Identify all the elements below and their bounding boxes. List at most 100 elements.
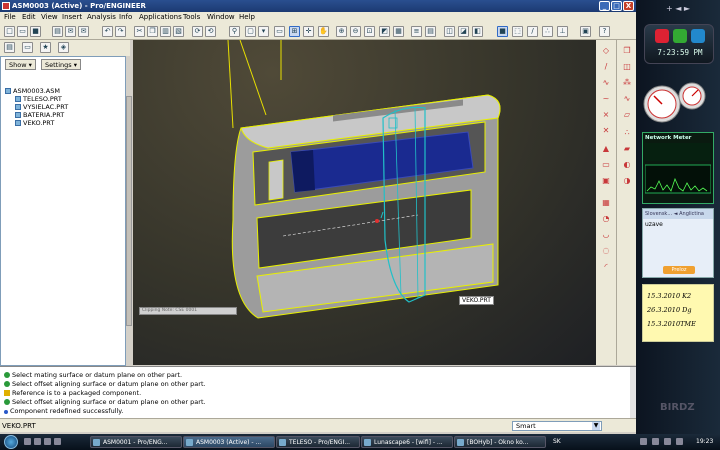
show-menu-button[interactable]: Show ▾ bbox=[5, 59, 36, 70]
layers-icon[interactable]: ≡ bbox=[411, 26, 422, 37]
selection-filter-select[interactable]: Smart ▼ bbox=[512, 421, 602, 431]
no-hidden-icon[interactable]: ◧ bbox=[472, 26, 483, 37]
datum-planes-icon[interactable]: ⬚ bbox=[512, 26, 523, 37]
tree-node-vysielac[interactable]: VYSIELAC.PRT bbox=[15, 103, 68, 111]
graphics-viewport[interactable]: VEKO.PRT Clipping Note: CSE 0001 bbox=[133, 40, 596, 365]
taskbar-item-lunascape[interactable]: Lunascape6 - [wifi] - ... bbox=[361, 436, 453, 448]
language-indicator[interactable]: SK bbox=[553, 438, 561, 445]
menu-tools[interactable]: Tools bbox=[183, 13, 200, 21]
tree-node-bateria[interactable]: BATERIA.PRT bbox=[15, 111, 64, 119]
datum-axes-icon[interactable]: / bbox=[527, 26, 538, 37]
minimize-button[interactable]: _ bbox=[599, 1, 610, 11]
translator-word[interactable]: uzave bbox=[643, 219, 713, 230]
thicken-tool-icon[interactable]: ▰ bbox=[621, 144, 633, 155]
context-help-icon[interactable]: ? bbox=[599, 26, 610, 37]
menu-edit[interactable]: Edit bbox=[22, 13, 36, 21]
taskbar-item-asm0003[interactable]: ASM0003 (Active) - ... bbox=[183, 436, 275, 448]
copy-feature-icon[interactable]: ❐ bbox=[621, 46, 633, 57]
new-file-icon[interactable]: □ bbox=[4, 26, 15, 37]
paste-special-icon[interactable]: ▧ bbox=[173, 26, 184, 37]
settings-icon[interactable] bbox=[673, 29, 687, 43]
email-link-icon[interactable]: ✉ bbox=[78, 26, 89, 37]
datum-axis-tool-icon[interactable]: / bbox=[600, 62, 612, 73]
datum-points-icon[interactable]: ∴ bbox=[542, 26, 553, 37]
menu-analysis[interactable]: Analysis bbox=[87, 13, 116, 21]
title-bar[interactable]: ASM0003 (Active) - Pro/ENGINEER _ □ X bbox=[0, 0, 636, 12]
menu-info[interactable]: Info bbox=[119, 13, 132, 21]
tree-node-veko[interactable]: VEKO.PRT bbox=[15, 119, 54, 127]
menu-window[interactable]: Window bbox=[207, 13, 235, 21]
tray-app-icon[interactable] bbox=[664, 438, 671, 445]
taskbar-item-teleso[interactable]: TELESO - Pro/ENGI... bbox=[276, 436, 360, 448]
close-button[interactable]: X bbox=[623, 1, 634, 11]
menu-applications[interactable]: Applications bbox=[139, 13, 182, 21]
sticky-notes-gadget[interactable]: 15.3.2010 K2 26.3.2010 Dg 15.3.2010TME bbox=[642, 284, 714, 342]
create-component-icon[interactable]: ▣ bbox=[600, 176, 612, 187]
assemble-tool-icon[interactable]: ▭ bbox=[600, 160, 612, 171]
tray-security-icon[interactable] bbox=[676, 438, 683, 445]
view-manager-icon[interactable]: ▤ bbox=[425, 26, 436, 37]
datum-curve-tool-icon[interactable]: ~ bbox=[600, 94, 612, 105]
chevron-down-icon[interactable]: ▼ bbox=[592, 422, 600, 430]
quicklaunch-folder-icon[interactable] bbox=[44, 438, 51, 445]
trim-tool-icon[interactable]: ◑ bbox=[621, 176, 633, 187]
taskbar-clock[interactable]: 19:23 bbox=[696, 438, 713, 445]
refit-icon[interactable]: ⊡ bbox=[364, 26, 375, 37]
power-icon[interactable] bbox=[655, 29, 669, 43]
network-meter-gadget[interactable]: Network Meter bbox=[642, 132, 714, 204]
menu-view[interactable]: View bbox=[41, 13, 58, 21]
cut-icon[interactable]: ✂ bbox=[134, 26, 145, 37]
paste-icon[interactable]: ▥ bbox=[160, 26, 171, 37]
model-tree-icon[interactable]: ▤ bbox=[4, 42, 15, 53]
hidden-line-icon[interactable]: ◪ bbox=[458, 26, 469, 37]
round-tool-icon[interactable]: ◜ bbox=[600, 262, 612, 273]
settings-menu-button[interactable]: Settings ▾ bbox=[41, 59, 81, 70]
datum-point-tool-icon[interactable]: × bbox=[600, 110, 612, 121]
email-icon[interactable]: ✉ bbox=[65, 26, 76, 37]
regen-manager-icon[interactable]: ⟲ bbox=[205, 26, 216, 37]
menu-help[interactable]: Help bbox=[239, 13, 255, 21]
saved-views-icon[interactable]: ▦ bbox=[393, 26, 404, 37]
show-desktop-icon[interactable] bbox=[24, 438, 31, 445]
select-dropdown-icon[interactable]: ▾ bbox=[258, 26, 269, 37]
datum-plane-tool-icon[interactable]: ◇ bbox=[600, 46, 612, 57]
tray-network-icon[interactable] bbox=[640, 438, 647, 445]
translator-language-header[interactable]: Slovensk... ◄ Anglictina bbox=[643, 209, 713, 219]
taskbar-item-asm0001[interactable]: ASM0001 - Pro/ENG... bbox=[90, 436, 182, 448]
folder-browser-icon[interactable]: ▭ bbox=[22, 42, 33, 53]
sweep-tool-icon[interactable]: ◡ bbox=[600, 230, 612, 241]
undo-icon[interactable]: ↶ bbox=[102, 26, 113, 37]
point-tool-icon[interactable]: ∴ bbox=[621, 128, 633, 139]
csys-tool-icon[interactable]: ✕ bbox=[600, 126, 612, 137]
sidebar-controls[interactable]: + ◄ ► bbox=[636, 2, 720, 16]
scrollbar-thumb[interactable] bbox=[126, 96, 132, 326]
save-icon[interactable]: ■ bbox=[30, 26, 41, 37]
pattern-icon[interactable]: ⁂ bbox=[621, 78, 633, 89]
find-icon[interactable]: ⚲ bbox=[229, 26, 240, 37]
tray-volume-icon[interactable] bbox=[652, 438, 659, 445]
zoom-out-icon[interactable]: ⊖ bbox=[350, 26, 361, 37]
quicklaunch-browser-icon[interactable] bbox=[34, 438, 41, 445]
mirror-icon[interactable]: ◫ bbox=[621, 62, 633, 73]
open-file-icon[interactable]: ▭ bbox=[17, 26, 28, 37]
tree-node-assembly[interactable]: ASM0003.ASM bbox=[5, 87, 60, 95]
favorites-icon[interactable]: ★ bbox=[40, 42, 51, 53]
revolve-tool-icon[interactable]: ◔ bbox=[600, 214, 612, 225]
menu-file[interactable]: File bbox=[4, 13, 16, 21]
clock-gadget[interactable]: 7:23:59 PM bbox=[644, 24, 714, 64]
menu-insert[interactable]: Insert bbox=[62, 13, 82, 21]
copy-icon[interactable]: ❐ bbox=[147, 26, 158, 37]
shading-icon[interactable]: ■ bbox=[497, 26, 508, 37]
connections-icon[interactable]: ◈ bbox=[58, 42, 69, 53]
taskbar-item-bohyb[interactable]: [BOHyb] - Okno ko... bbox=[454, 436, 546, 448]
zoom-in-icon[interactable]: ⊕ bbox=[336, 26, 347, 37]
translate-button[interactable]: Preloz bbox=[663, 266, 695, 274]
start-button[interactable] bbox=[4, 435, 18, 449]
hole-tool-icon[interactable]: ◌ bbox=[600, 246, 612, 257]
reorient-icon[interactable]: ◩ bbox=[379, 26, 390, 37]
spin-center-icon[interactable]: ✛ bbox=[303, 26, 314, 37]
surface-tool-icon[interactable]: ▱ bbox=[621, 110, 633, 121]
print-icon[interactable]: ▤ bbox=[52, 26, 63, 37]
csys-icon[interactable]: ⊥ bbox=[557, 26, 568, 37]
regenerate-icon[interactable]: ⟳ bbox=[192, 26, 203, 37]
